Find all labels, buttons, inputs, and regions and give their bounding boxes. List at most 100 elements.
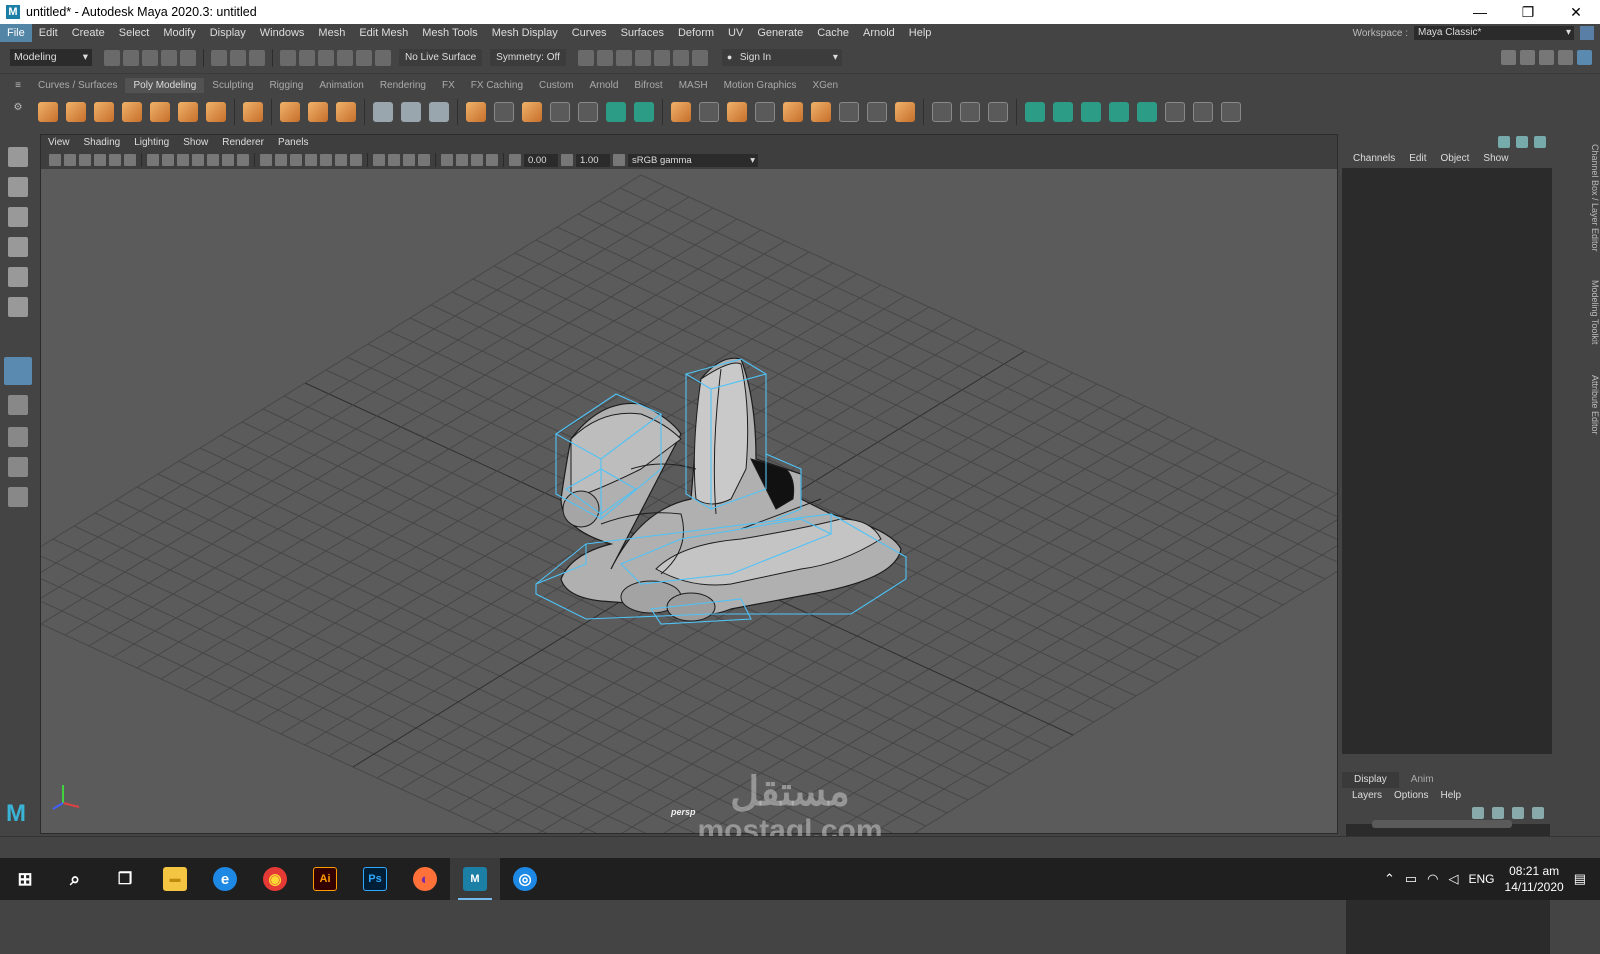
paint-select-icon[interactable] [8, 207, 28, 227]
menu-surfaces[interactable]: Surfaces [614, 24, 671, 42]
menu-set-dropdown[interactable]: Modeling [10, 49, 92, 66]
quadrangulate-icon[interactable] [1137, 102, 1157, 122]
shelf-tab-poly-modeling[interactable]: Poly Modeling [125, 78, 205, 93]
select-hierarchy-icon[interactable] [211, 49, 227, 66]
isolate-select-icon[interactable] [441, 154, 453, 166]
side-tab-channel-box[interactable]: Channel Box / Layer Editor [1584, 144, 1600, 252]
taskbar-chrome[interactable]: ◉ [250, 858, 300, 900]
volume-icon[interactable]: ◁ [1449, 871, 1459, 887]
pin-icon[interactable] [1498, 136, 1510, 148]
mirror-icon[interactable] [494, 102, 514, 122]
vp-menu-shading[interactable]: Shading [77, 135, 128, 151]
vp-menu-renderer[interactable]: Renderer [215, 135, 271, 151]
2d-pan-icon[interactable] [109, 154, 121, 166]
wireframe-on-shaded-icon[interactable] [305, 154, 317, 166]
poly-sphere-icon[interactable] [38, 102, 58, 122]
taskbar-whatsapp[interactable]: ◎ [500, 858, 550, 900]
type-text-icon[interactable] [308, 102, 328, 122]
menu-windows[interactable]: Windows [253, 24, 312, 42]
render-settings-icon[interactable] [634, 49, 651, 66]
multisample-aa-icon[interactable] [403, 154, 415, 166]
bridge-icon[interactable] [550, 102, 570, 122]
xray-joints-icon[interactable] [471, 154, 483, 166]
ipr-render-icon[interactable] [615, 49, 632, 66]
menu-create[interactable]: Create [65, 24, 112, 42]
collapse-icon[interactable] [839, 102, 859, 122]
new-empty-layer-icon[interactable] [1512, 807, 1524, 819]
menu-display[interactable]: Display [203, 24, 253, 42]
symmetry-dropdown[interactable]: Symmetry: Off [490, 49, 566, 66]
poly-disc-icon[interactable] [206, 102, 226, 122]
two-panel-layout-icon[interactable] [8, 457, 28, 477]
resolution-gate-icon[interactable] [177, 154, 189, 166]
vp-menu-panels[interactable]: Panels [271, 135, 316, 151]
shelf-tab-fx-caching[interactable]: FX Caching [463, 78, 531, 93]
menu-generate[interactable]: Generate [750, 24, 810, 42]
ambient-occlusion-icon[interactable] [373, 154, 385, 166]
camera-attributes-icon[interactable] [49, 154, 61, 166]
snap-point-icon[interactable] [318, 49, 334, 66]
expand-icon[interactable] [1534, 136, 1546, 148]
sign-in-button[interactable]: Sign In [721, 49, 842, 66]
shelf-tab-bifrost[interactable]: Bifrost [626, 78, 670, 93]
task-view-button[interactable]: ❒ [100, 858, 150, 900]
target-weld-icon[interactable] [699, 102, 719, 122]
platonic-solid-icon[interactable] [243, 102, 263, 122]
insert-edge-loop-icon[interactable] [783, 102, 803, 122]
poly-plane-icon[interactable] [178, 102, 198, 122]
menu-arnold[interactable]: Arnold [856, 24, 902, 42]
tool-settings-icon[interactable] [1558, 50, 1573, 65]
open-scene-icon[interactable] [123, 49, 139, 66]
hypershade-icon[interactable] [653, 49, 670, 66]
search-button[interactable]: ⌕ [50, 858, 100, 900]
menu-cache[interactable]: Cache [810, 24, 856, 42]
cb-menu-object[interactable]: Object [1434, 152, 1477, 166]
shelf-tab-xgen[interactable]: XGen [804, 78, 846, 93]
menu-edit[interactable]: Edit [32, 24, 65, 42]
merge-icon[interactable] [867, 102, 887, 122]
workspace-dropdown[interactable]: Maya Classic* [1414, 26, 1574, 40]
depth-of-field-icon[interactable] [418, 154, 430, 166]
snap-grid-icon[interactable] [280, 49, 296, 66]
clock[interactable]: 08:21 am 14/11/2020 [1505, 863, 1564, 895]
xray-components-icon[interactable] [486, 154, 498, 166]
planar-map-icon[interactable] [960, 102, 980, 122]
scale-tool-icon[interactable] [8, 297, 28, 317]
color-management-icon[interactable] [613, 154, 625, 166]
snap-surface-icon[interactable] [356, 49, 372, 66]
render-view-icon[interactable] [577, 49, 594, 66]
menu-mesh-display[interactable]: Mesh Display [485, 24, 565, 42]
move-layer-down-icon[interactable] [1492, 807, 1504, 819]
channel-box-icon[interactable] [1577, 50, 1592, 65]
start-button[interactable]: ⊞ [0, 858, 50, 900]
poly-cone-icon[interactable] [122, 102, 142, 122]
menu-mesh[interactable]: Mesh [311, 24, 352, 42]
gamma-icon[interactable] [561, 154, 573, 166]
combine-icon[interactable] [373, 102, 393, 122]
shelf-options[interactable]: ≡ ⚙ [10, 80, 26, 128]
outliner-layout-icon[interactable] [8, 487, 28, 507]
move-tool-icon[interactable] [8, 237, 28, 257]
connect-icon[interactable] [727, 102, 747, 122]
smooth-shade-icon[interactable] [275, 154, 287, 166]
field-chart-icon[interactable] [207, 154, 219, 166]
notification-icon[interactable]: ▤ [1574, 871, 1586, 887]
chevron-up-icon[interactable]: ⌃ [1384, 871, 1395, 887]
poly-cylinder-icon[interactable] [94, 102, 114, 122]
menu-mesh-tools[interactable]: Mesh Tools [415, 24, 484, 42]
taskbar-firefox[interactable]: ◐ [400, 858, 450, 900]
snap-curve-icon[interactable] [299, 49, 315, 66]
menu-modify[interactable]: Modify [156, 24, 202, 42]
menu-select[interactable]: Select [112, 24, 157, 42]
taskbar-file-explorer[interactable]: ▬ [150, 858, 200, 900]
render-setup-icon[interactable] [672, 49, 689, 66]
side-tab-modeling-toolkit[interactable]: Modeling Toolkit [1584, 280, 1600, 344]
wireframe-icon[interactable] [260, 154, 272, 166]
vp-menu-show[interactable]: Show [176, 135, 215, 151]
new-scene-icon[interactable] [104, 49, 120, 66]
live-surface-field[interactable]: No Live Surface [399, 49, 483, 66]
film-gate-icon[interactable] [162, 154, 174, 166]
refresh-icon[interactable] [1516, 136, 1528, 148]
image-plane-icon[interactable] [79, 154, 91, 166]
menu-edit-mesh[interactable]: Edit Mesh [352, 24, 415, 42]
